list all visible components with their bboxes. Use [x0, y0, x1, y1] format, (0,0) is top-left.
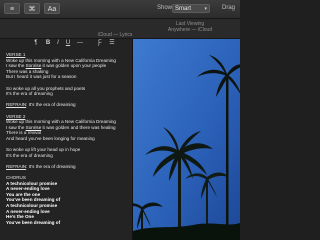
header-line-3: iCloud — Lyrics [97, 32, 133, 38]
chorus-line: You've been dreaming of [6, 219, 61, 225]
sonrise-link[interactable]: Sonrise [26, 125, 42, 130]
strikethrough-button[interactable]: — [76, 40, 84, 47]
refrain-label: REFRAIN [6, 163, 27, 169]
list-icon[interactable]: ☰ [108, 40, 116, 47]
palm-tree-image [133, 39, 240, 240]
palm-tree-photo [133, 39, 240, 240]
header-line-2: Anywhere — iCloud [167, 27, 213, 33]
drag-label: Drag [222, 5, 236, 11]
show-select[interactable]: Smart ▾ [172, 4, 210, 13]
sonrise-link[interactable]: Sonrise [26, 63, 42, 68]
underline-button[interactable]: U [64, 40, 72, 47]
bold-button[interactable]: B [44, 40, 52, 47]
italic-button[interactable]: I [54, 40, 62, 47]
sidebar-toggle-button[interactable]: ≡ [4, 3, 20, 14]
window-toolbar: ≡ ⌘ Aa Show: Smart ▾ Drag [0, 0, 240, 19]
editor-format-bar: ¶ B I U — Ƒ ☰ [0, 39, 133, 48]
font-icon[interactable]: Ƒ [96, 40, 104, 47]
chevron-down-icon: ▾ [204, 6, 207, 12]
document-header: Last Viewing Anywhere — iCloud iCloud — … [0, 19, 240, 39]
command-button[interactable]: ⌘ [24, 3, 40, 14]
show-value: Smart [175, 6, 192, 12]
lyrics-text[interactable]: VERSE 1 Woke up this morning with a New … [6, 52, 131, 225]
lyrics-editor[interactable]: ¶ B I U — Ƒ ☰ VERSE 1 Woke up this morni… [0, 39, 133, 240]
refrain-label: REFRAIN [6, 102, 27, 108]
format-button[interactable]: Aa [44, 3, 60, 14]
paragraph-icon[interactable]: ¶ [32, 40, 40, 47]
